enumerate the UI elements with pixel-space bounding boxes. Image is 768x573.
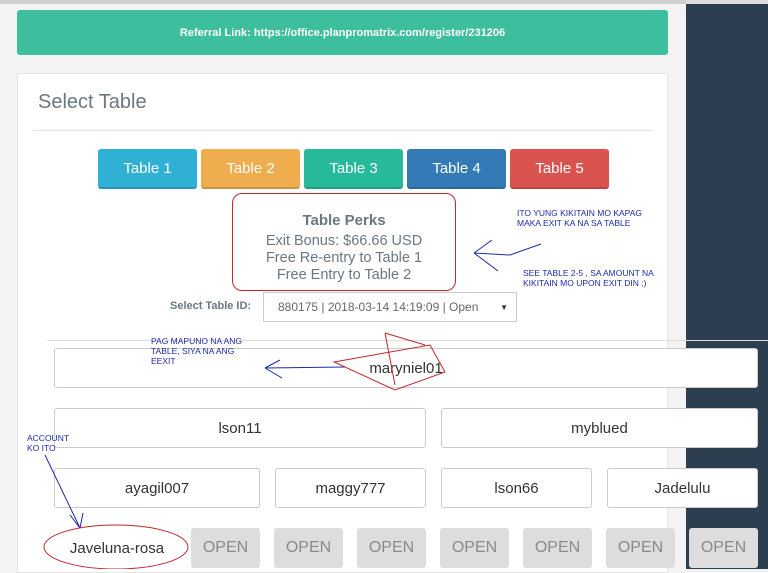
- tab-table-4[interactable]: Table 4: [407, 149, 506, 189]
- selected-value: 880175 | 2018-03-14 14:19:09 | Open: [278, 300, 479, 314]
- annotation-account: ACCOUNT KO ITO: [27, 433, 69, 453]
- divider: [33, 130, 653, 131]
- slot-open[interactable]: OPEN: [606, 528, 675, 568]
- slot-own-account: Javeluna-rosa: [54, 528, 180, 568]
- top-border: [0, 0, 686, 4]
- slot-open[interactable]: OPEN: [191, 528, 260, 568]
- slot: ayagil007: [54, 468, 260, 508]
- select-table-id-label: Select Table ID:: [170, 300, 252, 312]
- slot: myblued: [441, 408, 758, 448]
- annotation-full: PAG MAPUNO NA ANG TABLE, SIYA NA ANG EEX…: [151, 336, 243, 366]
- slot-open[interactable]: OPEN: [274, 528, 343, 568]
- slot: maggy777: [275, 468, 426, 508]
- slot: lson11: [54, 408, 426, 448]
- page-title: Select Table: [38, 91, 147, 113]
- slot: lson66: [441, 468, 592, 508]
- tab-table-5[interactable]: Table 5: [510, 149, 609, 189]
- slot-open[interactable]: OPEN: [357, 528, 426, 568]
- referral-link-banner[interactable]: Referral Link: https://office.planpromat…: [17, 10, 668, 55]
- perk-line: Exit Bonus: $66.66 USD: [265, 233, 423, 249]
- perk-line: Free Entry to Table 2: [276, 267, 412, 283]
- slot-open[interactable]: OPEN: [440, 528, 509, 568]
- table-perks-box: Table Perks Exit Bonus: $66.66 USD Free …: [232, 193, 456, 291]
- slot-open[interactable]: OPEN: [523, 528, 592, 568]
- table-id-select[interactable]: 880175 | 2018-03-14 14:19:09 | Open ▼: [263, 292, 517, 322]
- perks-title: Table Perks: [302, 212, 386, 229]
- chevron-down-icon: ▼: [500, 302, 508, 312]
- tab-table-1[interactable]: Table 1: [98, 149, 197, 189]
- tab-table-3[interactable]: Table 3: [304, 149, 403, 189]
- perk-line: Free Re-entry to Table 1: [265, 250, 423, 266]
- slot: Jadelulu: [607, 468, 758, 508]
- tab-table-2[interactable]: Table 2: [201, 149, 300, 189]
- slot-open[interactable]: OPEN: [689, 528, 758, 568]
- annotation-see: SEE TABLE 2-5 , SA AMOUNT NA KIKITAIN MO…: [523, 268, 654, 288]
- annotation-exit: ITO YUNG KIKITAIN MO KAPAG MAKA EXIT KA …: [517, 208, 643, 228]
